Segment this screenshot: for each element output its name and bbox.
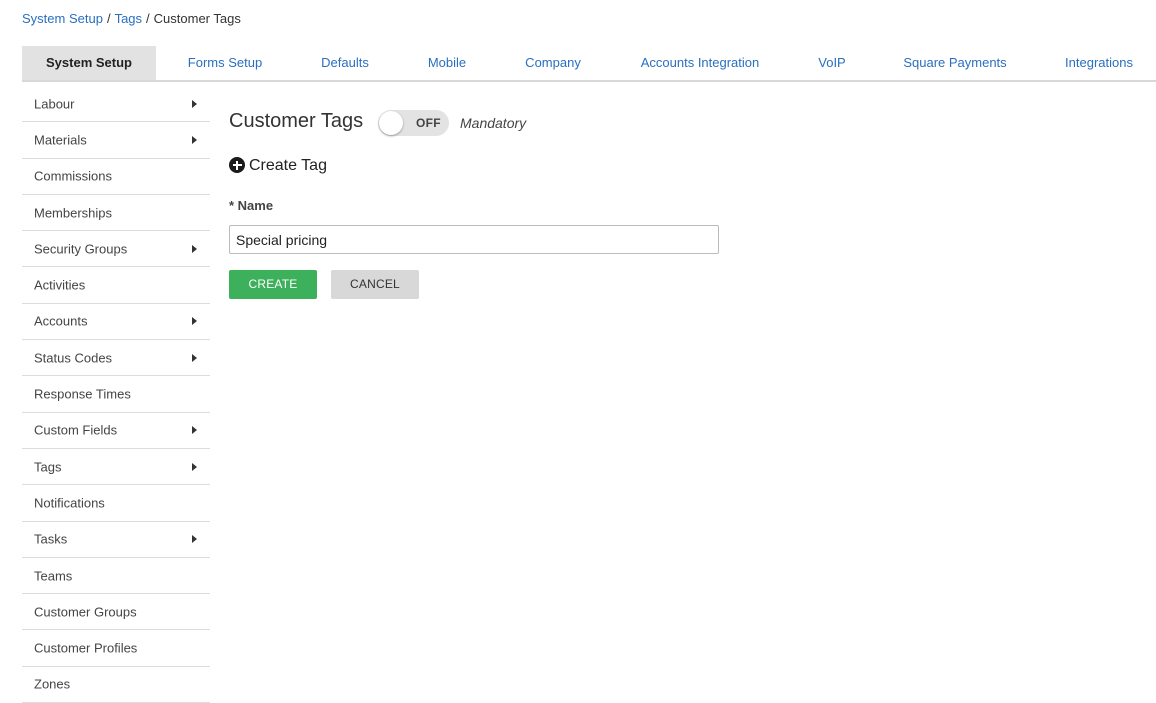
tab-accounts-integration[interactable]: Accounts Integration — [641, 46, 760, 80]
tab-system-setup[interactable]: System Setup — [22, 46, 156, 80]
sidebar-item-zones[interactable]: Zones — [22, 667, 210, 703]
create-tag-label: Create Tag — [249, 157, 327, 174]
sidebar: Labour Materials Commissions Memberships… — [22, 86, 210, 703]
tab-voip[interactable]: VoIP — [818, 46, 845, 80]
sidebar-item-custom-fields[interactable]: Custom Fields — [22, 413, 210, 449]
breadcrumb-separator: / — [146, 11, 150, 26]
sidebar-item-label: Accounts — [34, 313, 88, 329]
breadcrumb-separator: / — [106, 11, 111, 26]
caret-right-icon — [192, 135, 197, 144]
caret-right-icon — [192, 353, 197, 362]
caret-right-icon — [192, 426, 197, 435]
sidebar-item-label: Customer Profiles — [34, 640, 138, 656]
breadcrumb: System Setup / Tags / Customer Tags — [22, 11, 241, 27]
sidebar-item-commissions[interactable]: Commissions — [22, 159, 210, 195]
sidebar-item-customer-profiles[interactable]: Customer Profiles — [22, 630, 210, 667]
mandatory-label: Mandatory — [460, 115, 527, 131]
name-input[interactable] — [229, 225, 719, 254]
cancel-button[interactable]: CANCEL — [331, 270, 419, 299]
toggle-knob — [379, 111, 403, 135]
tab-forms-setup[interactable]: Forms Setup — [188, 46, 262, 80]
sidebar-item-label: Teams — [34, 568, 73, 583]
caret-right-icon — [192, 462, 197, 471]
sidebar-item-label: Labour — [34, 96, 75, 112]
breadcrumb-link-tags[interactable]: Tags — [115, 11, 142, 26]
sidebar-item-label: Tasks — [34, 531, 68, 547]
sidebar-item-labour[interactable]: Labour — [22, 86, 210, 123]
sidebar-item-label: Status Codes — [34, 350, 113, 366]
sidebar-item-label: Tags — [34, 459, 62, 475]
sidebar-item-label: Customer Groups — [34, 604, 137, 620]
title-row: Customer Tags OFF Mandatory — [229, 108, 629, 136]
sidebar-item-label: Memberships — [34, 205, 113, 221]
sidebar-item-label: Notifications — [34, 495, 105, 511]
caret-right-icon — [192, 99, 197, 108]
sidebar-item-label: Commissions — [34, 168, 113, 184]
sidebar-item-status-codes[interactable]: Status Codes — [22, 340, 210, 377]
caret-right-icon — [192, 244, 197, 253]
sidebar-item-teams[interactable]: Teams — [22, 558, 210, 595]
create-button[interactable]: CREATE — [229, 270, 317, 299]
sidebar-item-materials[interactable]: Materials — [22, 122, 210, 159]
breadcrumb-link-system-setup[interactable]: System Setup — [22, 11, 103, 26]
sidebar-item-label: Activities — [34, 277, 86, 293]
tab-integrations[interactable]: Integrations — [1065, 46, 1133, 80]
name-field-label: * Name — [229, 198, 274, 213]
sidebar-item-security-groups[interactable]: Security Groups — [22, 231, 210, 268]
plus-circle-icon — [229, 157, 245, 173]
setup-tabs: System Setup Forms Setup Defaults Mobile… — [22, 46, 1156, 82]
toggle-state-label: OFF — [416, 116, 441, 130]
sidebar-item-tags[interactable]: Tags — [22, 449, 210, 486]
sidebar-item-response-times[interactable]: Response Times — [22, 376, 210, 413]
page-title: Customer Tags — [229, 110, 364, 132]
caret-right-icon — [192, 535, 197, 544]
sidebar-item-label: Custom Fields — [34, 422, 118, 438]
sidebar-item-activities[interactable]: Activities — [22, 267, 210, 304]
sidebar-item-memberships[interactable]: Memberships — [22, 195, 210, 232]
sidebar-item-label: Materials — [34, 132, 87, 148]
sidebar-item-tasks[interactable]: Tasks — [22, 522, 210, 558]
sidebar-item-label: Zones — [34, 676, 71, 692]
tab-square-payments[interactable]: Square Payments — [903, 46, 1006, 80]
sidebar-item-notifications[interactable]: Notifications — [22, 485, 210, 522]
sidebar-item-label: Response Times — [34, 386, 131, 402]
sidebar-item-label: Security Groups — [34, 241, 128, 257]
tab-mobile[interactable]: Mobile — [428, 46, 466, 80]
sidebar-item-accounts[interactable]: Accounts — [22, 304, 210, 341]
breadcrumb-current: Customer Tags — [153, 11, 241, 26]
caret-right-icon — [192, 317, 197, 326]
mandatory-toggle[interactable]: OFF — [378, 110, 449, 136]
sidebar-item-customer-groups[interactable]: Customer Groups — [22, 594, 210, 631]
tab-company[interactable]: Company — [525, 46, 581, 80]
tab-defaults[interactable]: Defaults — [321, 46, 369, 80]
